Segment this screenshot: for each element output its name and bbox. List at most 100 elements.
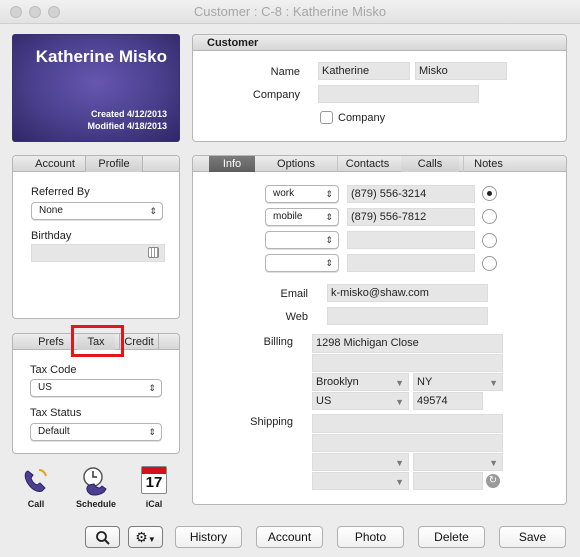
tab-credit[interactable]: Credit (119, 334, 159, 350)
referred-by-select[interactable]: None ⇕ (31, 202, 163, 220)
billing-city-value: Brooklyn (316, 376, 359, 388)
shipping-city-field[interactable]: ▼ (312, 453, 409, 471)
select-arrows-icon: ⇕ (148, 383, 156, 393)
billing-street-2[interactable] (312, 354, 503, 372)
phone-type-select[interactable]: work ⇕ (265, 185, 339, 203)
billing-street-1[interactable]: 1298 Michigan Close (312, 334, 503, 353)
web-field[interactable] (327, 307, 488, 325)
primary-phone-radio[interactable] (482, 209, 497, 224)
tab-options[interactable]: Options (265, 156, 327, 172)
tax-code-value: US (38, 382, 52, 393)
select-arrows-icon: ⇕ (148, 427, 156, 437)
action-menu-button[interactable]: ⚙▼ (128, 526, 163, 548)
phone-type-select[interactable]: ⇕ (265, 254, 339, 272)
tax-tab-highlight (71, 325, 124, 357)
delete-button[interactable]: Delete (418, 526, 485, 548)
schedule-tool[interactable]: Schedule (72, 464, 120, 510)
modified-date: Modified 4/18/2013 (87, 121, 167, 131)
phone-number-field[interactable] (347, 231, 475, 249)
schedule-label: Schedule (75, 499, 116, 509)
tax-status-label: Tax Status (30, 407, 82, 419)
dropdown-triangle-icon: ▼ (395, 378, 404, 388)
gear-icon: ⚙ (135, 529, 148, 545)
tax-status-value: Default (38, 426, 70, 437)
tax-code-select[interactable]: US ⇕ (30, 379, 162, 397)
shipping-country-field[interactable]: ▼ (312, 472, 409, 490)
phone-type-value: mobile (273, 211, 303, 222)
select-arrows-icon: ⇕ (325, 212, 333, 222)
primary-phone-radio[interactable] (482, 233, 497, 248)
tab-profile[interactable]: Profile (85, 156, 143, 172)
phone-number-field[interactable] (347, 254, 475, 272)
primary-phone-radio[interactable] (482, 186, 497, 201)
billing-zip-field[interactable]: 49574 (413, 392, 483, 410)
dropdown-triangle-icon: ▼ (489, 378, 498, 388)
phone-number-field[interactable]: (879) 556-7812 (347, 208, 475, 226)
referred-by-value: None (39, 205, 63, 216)
shipping-street-1[interactable] (312, 414, 503, 433)
shipping-label: Shipping (250, 416, 293, 428)
search-icon (95, 531, 110, 545)
primary-phone-radio[interactable] (482, 256, 497, 271)
select-arrows-icon: ⇕ (325, 258, 333, 268)
select-arrows-icon: ⇕ (149, 206, 157, 216)
select-arrows-icon: ⇕ (325, 189, 333, 199)
birthday-field[interactable] (31, 244, 165, 262)
customer-header-card: Katherine Misko Created 4/12/2013 Modifi… (12, 34, 180, 142)
tab-prefs[interactable]: Prefs (31, 334, 71, 350)
window-title: Customer : C-8 : Katherine Misko (193, 4, 387, 19)
referred-by-label: Referred By (31, 186, 90, 198)
ical-day: 17 (145, 474, 163, 491)
shipping-zip-field[interactable] (413, 472, 483, 490)
schedule-icon (83, 467, 107, 496)
dropdown-triangle-icon: ▼ (489, 458, 498, 468)
dropdown-triangle-icon: ▼ (395, 458, 404, 468)
last-name-field[interactable]: Misko (415, 62, 507, 80)
email-label: Email (280, 288, 308, 300)
customer-section-title: Customer (207, 37, 259, 49)
ical-tool[interactable]: 17 iCal (134, 464, 174, 510)
phone-type-select[interactable]: ⇕ (265, 231, 339, 249)
tax-code-label: Tax Code (30, 364, 77, 376)
tab-notes[interactable]: Notes (463, 156, 513, 172)
search-button[interactable] (85, 526, 120, 548)
chevron-down-icon: ▼ (147, 535, 156, 544)
photo-button[interactable]: Photo (337, 526, 404, 548)
company-checkbox[interactable] (320, 111, 333, 124)
billing-state-field[interactable]: NY ▼ (413, 373, 503, 391)
birthday-label: Birthday (31, 230, 72, 242)
first-name-field[interactable]: Katherine (318, 62, 410, 80)
phone-type-value: work (273, 188, 295, 199)
select-arrows-icon: ⇕ (325, 235, 333, 245)
save-button[interactable]: Save (499, 526, 566, 548)
calendar-icon[interactable] (148, 247, 159, 258)
copy-address-icon[interactable]: ↻ (486, 474, 500, 488)
email-field[interactable]: k-misko@shaw.com (327, 284, 488, 302)
billing-label: Billing (263, 336, 293, 348)
tab-contacts[interactable]: Contacts (337, 156, 397, 172)
tab-info[interactable]: Info (209, 156, 255, 172)
call-tool[interactable]: Call (16, 464, 56, 510)
dropdown-triangle-icon: ▼ (395, 477, 404, 487)
call-label: Call (27, 499, 45, 509)
billing-city-field[interactable]: Brooklyn ▼ (312, 373, 409, 391)
billing-country-value: US (316, 395, 332, 407)
created-date: Created 4/12/2013 (90, 109, 167, 119)
company-field[interactable] (318, 85, 479, 103)
phone-type-select[interactable]: mobile ⇕ (265, 208, 339, 226)
name-label: Name (270, 66, 300, 78)
web-label: Web (285, 311, 308, 323)
phone-icon (24, 469, 47, 492)
account-button[interactable]: Account (256, 526, 323, 548)
shipping-state-field[interactable]: ▼ (413, 453, 503, 471)
history-button[interactable]: History (175, 526, 242, 548)
billing-country-field[interactable]: US ▼ (312, 392, 409, 410)
phone-number-field[interactable]: (879) 556-3214 (347, 185, 475, 203)
tab-account[interactable]: Account (27, 156, 83, 172)
tab-calls[interactable]: Calls (401, 156, 459, 172)
tax-status-select[interactable]: Default ⇕ (30, 423, 162, 441)
company-checkbox-label: Company (338, 112, 386, 124)
billing-state-value: NY (417, 376, 433, 388)
customer-section-header: Customer (193, 35, 566, 51)
shipping-street-2[interactable] (312, 434, 503, 452)
